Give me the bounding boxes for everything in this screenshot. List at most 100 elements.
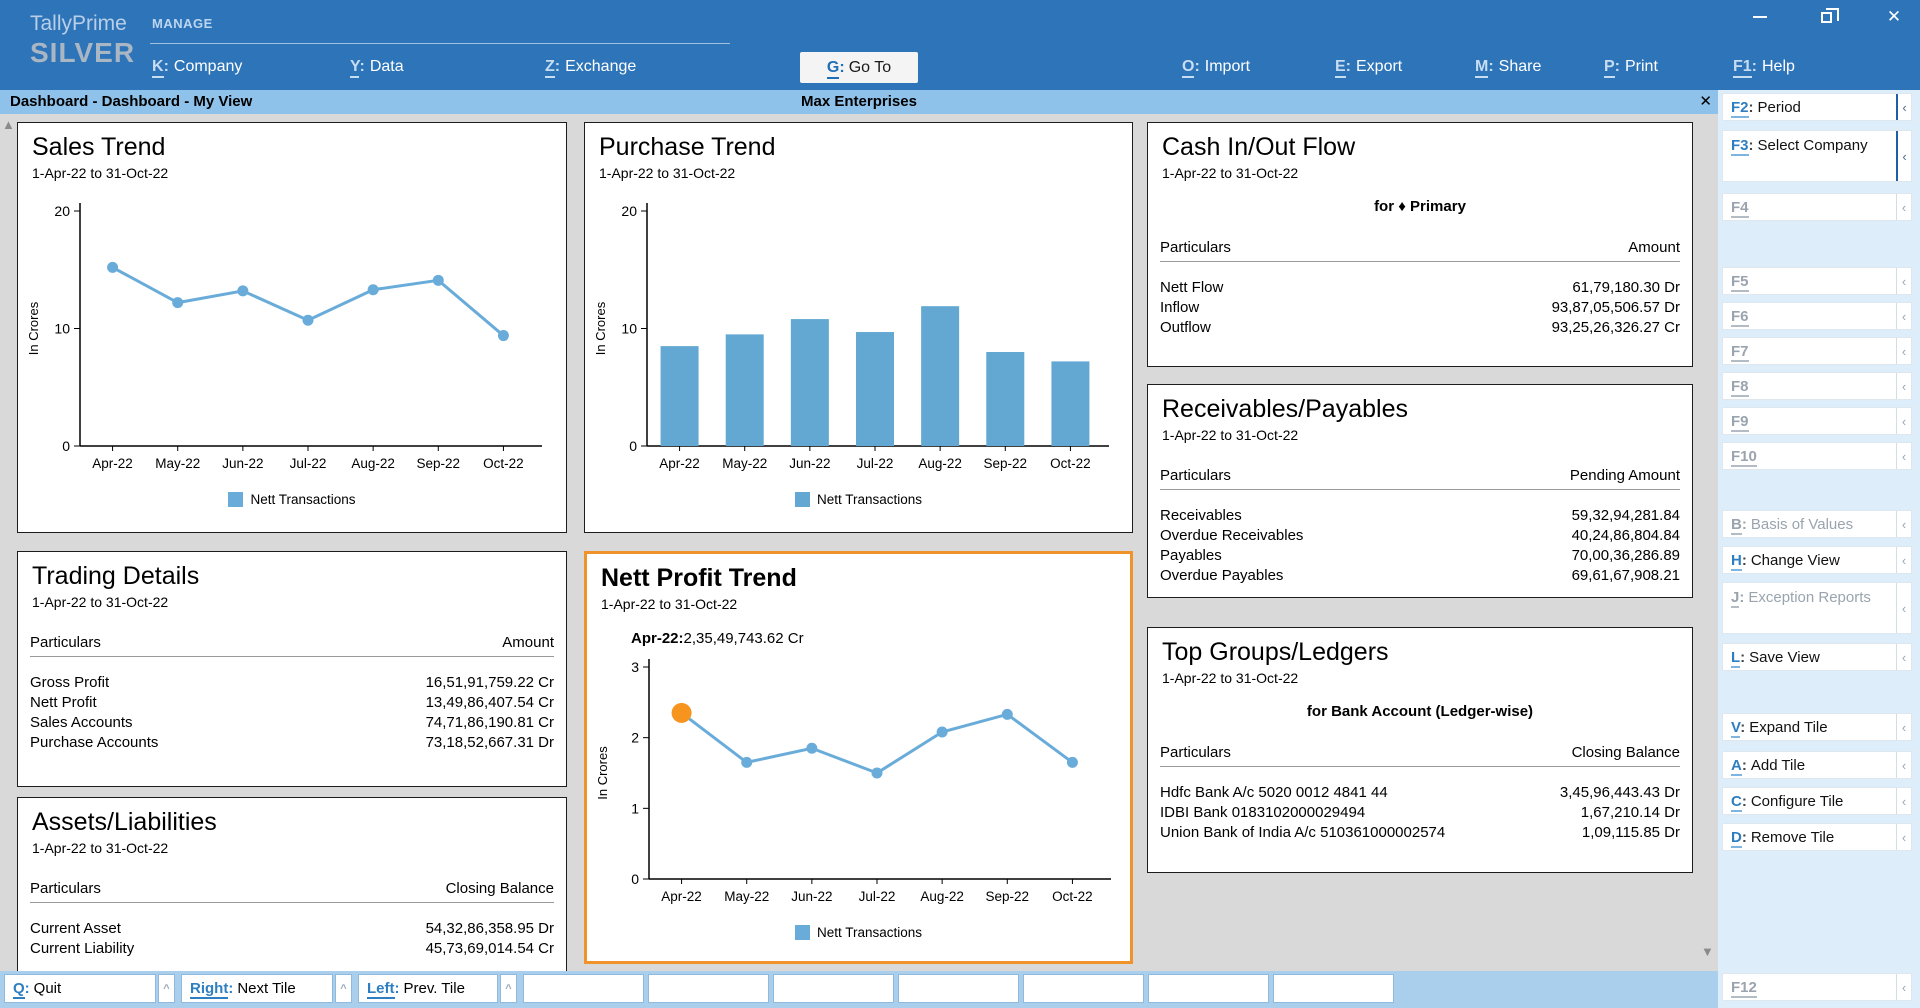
chevron-left-icon: ‹ (1896, 268, 1911, 294)
svg-text:Jul-22: Jul-22 (290, 456, 327, 471)
restore-button[interactable] (1808, 4, 1844, 30)
chevron-left-icon: ‹ (1896, 194, 1911, 220)
svg-text:Apr-22: Apr-22 (659, 456, 700, 471)
bottom-empty-segment (773, 974, 894, 1003)
legend-label: Nett Transactions (817, 492, 922, 507)
table-row: Outflow93,25,26,326.27 Cr (1160, 318, 1680, 338)
bottom-empty-segment (648, 974, 769, 1003)
bottom-button-prev-tile[interactable]: Left:Prev. Tile (358, 974, 498, 1003)
sidebar-button-expand-tile[interactable]: V:Expand Tile‹ (1722, 713, 1912, 741)
tile-receivables-payables[interactable]: Receivables/Payables 1-Apr-22 to 31-Oct-… (1147, 384, 1693, 598)
app-logo-edition: SILVER (30, 37, 135, 69)
bottom-button-quit[interactable]: Q:Quit (4, 974, 156, 1003)
caret-up-icon[interactable]: ^ (158, 974, 175, 1003)
sidebar-button-save-view[interactable]: L:Save View‹ (1722, 643, 1912, 671)
menu-item-goto[interactable]: G:Go To (800, 52, 918, 83)
breadcrumb: Dashboard - Dashboard - My View (10, 90, 252, 114)
bottom-button-next-tile[interactable]: Right:Next Tile (181, 974, 333, 1003)
table-row: Sales Accounts74,71,86,190.81 Cr (30, 713, 554, 733)
close-button[interactable]: ✕ (1876, 4, 1912, 30)
report-close-icon[interactable]: ✕ (1699, 90, 1712, 114)
tile-title: Sales Trend (32, 133, 566, 162)
table-header: Particulars Closing Balance (1160, 744, 1680, 767)
svg-text:Aug-22: Aug-22 (920, 889, 964, 904)
col-amount: Pending Amount (1570, 467, 1680, 484)
col-amount: Closing Balance (1572, 744, 1680, 761)
menu-item-exchange[interactable]: Z:Exchange (545, 58, 636, 76)
sidebar-button-f2-period[interactable]: F2:Period‹ (1722, 93, 1912, 121)
svg-text:1: 1 (631, 800, 639, 816)
tile-title: Purchase Trend (599, 133, 1132, 162)
caret-up-icon[interactable]: ^ (335, 974, 352, 1003)
chevron-left-icon: ‹ (1896, 788, 1911, 814)
sidebar-button-f4: F4‹ (1722, 193, 1912, 221)
menu-item-import[interactable]: O:Import (1182, 58, 1250, 76)
menu-item-label: Help (1762, 58, 1795, 75)
svg-text:Jun-22: Jun-22 (791, 889, 832, 904)
scroll-down-icon[interactable]: ▼ (1701, 944, 1714, 959)
menu-item-label: Exchange (565, 58, 636, 75)
menu-item-export[interactable]: E:Export (1335, 58, 1402, 76)
menu-item-share[interactable]: M:Share (1475, 58, 1541, 76)
table-row: IDBI Bank 01831020000294941,67,210.14 Dr (1160, 803, 1680, 823)
col-amount: Amount (502, 634, 554, 651)
manage-section-label: MANAGE (152, 16, 213, 31)
svg-text:10: 10 (54, 321, 70, 337)
menu-item-data[interactable]: Y:Data (350, 58, 404, 76)
legend-swatch (795, 925, 810, 940)
menu-item-print[interactable]: P:Print (1604, 58, 1658, 76)
table-header: Particulars Pending Amount (1160, 467, 1680, 490)
tile-sales-trend[interactable]: Sales Trend 1-Apr-22 to 31-Oct-22 In Cro… (17, 122, 567, 533)
tile-top-groups-ledgers[interactable]: Top Groups/Ledgers 1-Apr-22 to 31-Oct-22… (1147, 627, 1693, 873)
chevron-left-icon: ‹ (1896, 131, 1911, 181)
table-header: Particulars Amount (1160, 239, 1680, 262)
bottom-button-label: Next Tile (237, 980, 295, 997)
menu-item-label: Import (1205, 58, 1250, 75)
table-row: Nett Flow61,79,180.30 Dr (1160, 278, 1680, 298)
table-row: Payables70,00,36,286.89 (1160, 546, 1680, 566)
sidebar-button-basis-of-values: B:Basis of Values‹ (1722, 510, 1912, 538)
tile-cash-in-out-flow[interactable]: Cash In/Out Flow 1-Apr-22 to 31-Oct-22 f… (1147, 122, 1693, 367)
sidebar-button-f3-select-company[interactable]: F3:Select Company‹ (1722, 130, 1912, 182)
scroll-up-icon[interactable]: ▲ (2, 117, 15, 132)
minimize-button[interactable] (1742, 4, 1778, 30)
tile-title: Trading Details (32, 562, 566, 591)
svg-text:Sep-22: Sep-22 (984, 456, 1028, 471)
bottom-empty-segment (1148, 974, 1269, 1003)
tile-nett-profit-trend[interactable]: Nett Profit Trend 1-Apr-22 to 31-Oct-22 … (584, 551, 1133, 964)
svg-text:In Crores: In Crores (593, 301, 608, 355)
svg-text:Oct-22: Oct-22 (1052, 889, 1093, 904)
svg-text:In Crores: In Crores (26, 301, 41, 355)
table-row: Gross Profit16,51,91,759.22 Cr (30, 673, 554, 693)
sidebar-button-f6: F6‹ (1722, 302, 1912, 330)
tile-assets-liabilities[interactable]: Assets/Liabilities 1-Apr-22 to 31-Oct-22… (17, 797, 567, 997)
table-header: Particulars Closing Balance (30, 880, 554, 903)
tile-period: 1-Apr-22 to 31-Oct-22 (1162, 670, 1692, 686)
table-row: Inflow93,87,05,506.57 Dr (1160, 298, 1680, 318)
sidebar-button-configure-tile[interactable]: C:Configure Tile‹ (1722, 787, 1912, 815)
chevron-left-icon: ‹ (1896, 714, 1911, 740)
sidebar-button-f7: F7‹ (1722, 337, 1912, 365)
tile-title: Receivables/Payables (1162, 395, 1692, 424)
menu-item-help[interactable]: F1:Help (1733, 58, 1795, 76)
sidebar-button-change-view[interactable]: H:Change View‹ (1722, 546, 1912, 574)
legend-label: Nett Transactions (817, 925, 922, 940)
table-header: Particulars Amount (30, 634, 554, 657)
tile-purchase-trend[interactable]: Purchase Trend 1-Apr-22 to 31-Oct-22 In … (584, 122, 1133, 533)
col-amount: Amount (1628, 239, 1680, 256)
svg-text:0: 0 (62, 438, 70, 454)
table-row: Hdfc Bank A/c 5020 0012 4841 443,45,96,4… (1160, 783, 1680, 803)
menu-item-label: Export (1356, 58, 1402, 75)
tile-trading-details[interactable]: Trading Details 1-Apr-22 to 31-Oct-22 Pa… (17, 551, 567, 787)
sidebar-button-add-tile[interactable]: A:Add Tile‹ (1722, 751, 1912, 779)
caret-up-icon[interactable]: ^ (500, 974, 517, 1003)
menu-item-company[interactable]: K:Company (152, 58, 242, 76)
chevron-left-icon: ‹ (1896, 974, 1911, 1000)
sidebar-button-remove-tile[interactable]: D:Remove Tile‹ (1722, 823, 1912, 851)
svg-text:Aug-22: Aug-22 (351, 456, 395, 471)
tile-period: 1-Apr-22 to 31-Oct-22 (599, 165, 1132, 181)
bottom-shortcut-bar: Q:Quit ^ Right:Next Tile ^ Left:Prev. Ti… (0, 971, 1718, 1008)
svg-text:0: 0 (629, 438, 637, 454)
svg-text:Oct-22: Oct-22 (1050, 456, 1091, 471)
close-icon: ✕ (1887, 7, 1901, 27)
